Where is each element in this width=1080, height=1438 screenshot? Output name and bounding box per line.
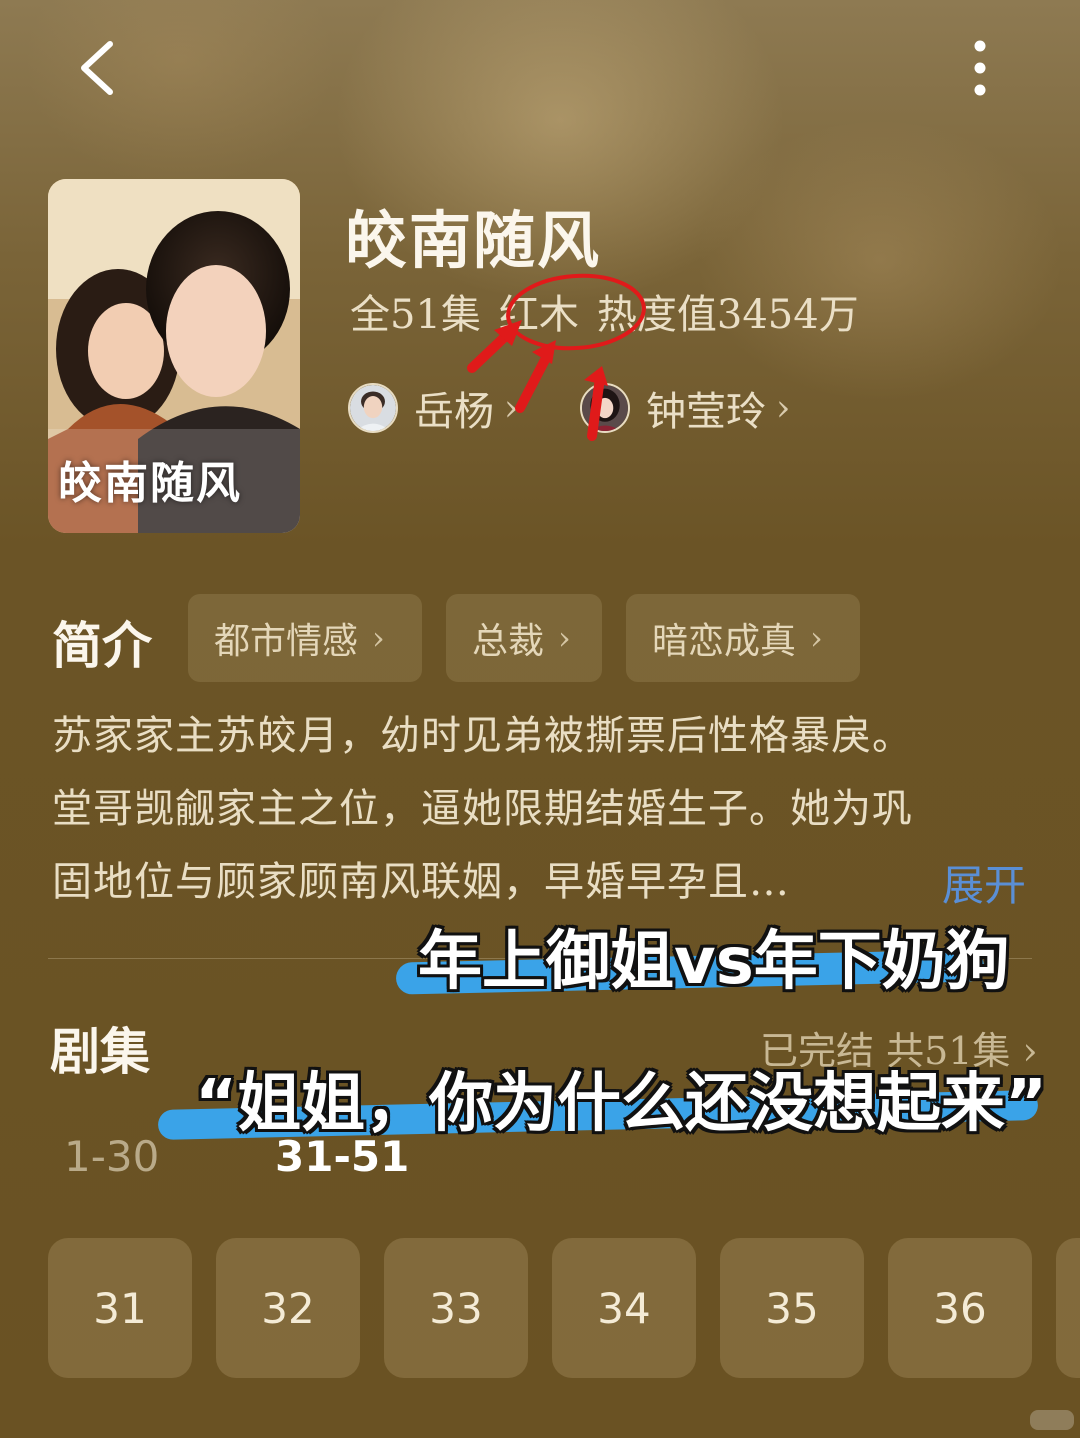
episode-button[interactable]: 31 [48, 1238, 192, 1378]
expand-link[interactable]: 展开 [942, 852, 1026, 913]
overlay-caption: 年上御姐vs年下奶狗 [418, 925, 1010, 999]
synopsis-line: 堂哥觊觎家主之位，逼她限期结婚生子。她为巩 [52, 786, 913, 832]
back-button[interactable] [70, 36, 130, 100]
more-button[interactable] [955, 36, 1005, 100]
synopsis-line: 苏家家主苏皎月，幼时见弟被撕票后性格暴戾。 [52, 713, 913, 759]
drama-cover[interactable]: 皎南随风 [48, 179, 300, 533]
genre-tag[interactable]: 暗恋成真 › [626, 594, 860, 682]
episode-button[interactable]: 35 [720, 1238, 864, 1378]
episode-button[interactable]: 33 [384, 1238, 528, 1378]
episode-button[interactable]: 36 [888, 1238, 1032, 1378]
tag-label: 都市情感 [214, 621, 359, 662]
episode-count: 全51集 [350, 292, 481, 338]
chevron-left-icon [81, 41, 113, 95]
synopsis: 苏家家主苏皎月，幼时见弟被撕票后性格暴戾。 堂哥觊觎家主之位，逼她限期结婚生子。… [52, 700, 1032, 919]
cast-name: 岳杨 [414, 389, 494, 435]
range-tab-1-30[interactable]: 1-30 [64, 1132, 159, 1181]
cover-title: 皎南随风 [58, 458, 242, 509]
episode-button-partial[interactable] [1056, 1238, 1080, 1378]
more-vertical-icon [974, 40, 986, 96]
cast-item[interactable]: 岳杨 › [348, 380, 518, 436]
episodes-label: 剧集 [50, 1022, 150, 1081]
tag-label: 总裁 [472, 621, 545, 662]
drama-title: 皎南随风 [345, 204, 602, 277]
episode-button[interactable]: 32 [216, 1238, 360, 1378]
chevron-right-icon: › [558, 619, 571, 657]
intro-label: 简介 [52, 616, 152, 675]
chevron-right-icon: › [504, 387, 519, 429]
synopsis-line: 固地位与顾家顾南风联姻，早婚早孕且… [52, 859, 790, 905]
genre-tag[interactable]: 都市情感 › [188, 594, 422, 682]
cast-item[interactable]: 钟莹玲 › [580, 380, 790, 436]
chevron-right-icon: › [372, 619, 385, 657]
watermark-logo [1030, 1410, 1074, 1430]
episode-button[interactable]: 34 [552, 1238, 696, 1378]
avatar [580, 383, 630, 433]
popularity: 热度值3454万 [596, 292, 859, 338]
genre-tag[interactable]: 总裁 › [446, 594, 602, 682]
chevron-right-icon: › [810, 619, 823, 657]
cast-name: 钟莹玲 [646, 389, 766, 435]
red-tag: 红木 [498, 292, 579, 338]
avatar [348, 383, 398, 433]
top-bar [0, 0, 1080, 140]
drama-meta: 全51集 红木 热度值3454万 [350, 282, 877, 340]
chevron-right-icon: › [776, 387, 791, 429]
tag-label: 暗恋成真 [652, 621, 797, 662]
overlay-caption: “姐姐，你为什么还没想起来” [195, 1067, 1048, 1141]
